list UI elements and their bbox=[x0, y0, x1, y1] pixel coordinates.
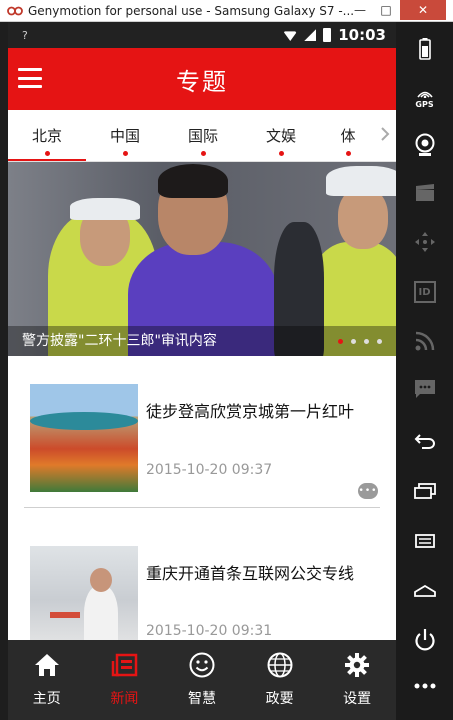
nav-home[interactable]: 主页 bbox=[8, 640, 86, 720]
carousel-dot bbox=[364, 339, 369, 344]
carousel-indicator bbox=[338, 339, 382, 344]
nav-label: 政要 bbox=[265, 691, 294, 707]
news-icon bbox=[109, 650, 139, 680]
app-bar: 专题 bbox=[8, 48, 396, 110]
battery-widget-icon[interactable] bbox=[396, 36, 453, 62]
tab-sports[interactable]: 体 bbox=[320, 110, 386, 162]
battery-icon bbox=[323, 28, 332, 42]
tab-label: 国际 bbox=[187, 127, 218, 145]
sim-status: ? bbox=[22, 28, 28, 42]
wifi-icon bbox=[283, 31, 298, 41]
officer-left-cap bbox=[70, 198, 140, 220]
tab-dot bbox=[44, 151, 50, 156]
tab-label: 文娱 bbox=[265, 127, 296, 145]
nav-news[interactable]: 新闻 bbox=[86, 640, 164, 720]
news-thumbnail bbox=[30, 384, 138, 492]
network-icon[interactable] bbox=[396, 326, 453, 356]
news-time: 2015-10-20 09:31 bbox=[146, 623, 273, 639]
globe-icon bbox=[265, 650, 295, 680]
minimize-button[interactable]: — bbox=[348, 0, 372, 20]
more-options-icon[interactable] bbox=[396, 676, 453, 696]
genymotion-logo-icon bbox=[6, 2, 24, 20]
officer-right-cap bbox=[326, 166, 396, 196]
window-title-bar: Genymotion for personal use - Samsung Ga… bbox=[0, 0, 453, 22]
nav-label: 主页 bbox=[32, 691, 61, 707]
window-title: Genymotion for personal use - Samsung Ga… bbox=[28, 3, 355, 18]
carousel-dot bbox=[351, 339, 356, 344]
list-item[interactable]: 重庆开通首条互联网公交专线 2015-10-20 09:31 bbox=[8, 508, 396, 640]
hero-banner[interactable]: 警方披露"二环十三郎"审讯内容 bbox=[8, 162, 396, 356]
tab-china[interactable]: 中国 bbox=[86, 110, 164, 162]
tab-dot bbox=[345, 151, 351, 156]
nav-wisdom[interactable]: 智慧 bbox=[163, 640, 241, 720]
close-button[interactable]: ✕ bbox=[400, 0, 446, 20]
news-time: 2015-10-20 09:37 bbox=[146, 462, 273, 478]
news-thumbnail bbox=[30, 546, 138, 640]
gps-label: GPS bbox=[415, 99, 434, 109]
back-icon[interactable] bbox=[396, 426, 453, 456]
window-frame bbox=[0, 22, 8, 720]
status-time: 10:03 bbox=[338, 26, 386, 44]
dpad-icon[interactable] bbox=[396, 228, 453, 256]
device-id-button[interactable]: ID bbox=[396, 278, 453, 306]
tab-beijing[interactable]: 北京 bbox=[8, 110, 86, 162]
sms-icon[interactable] bbox=[396, 374, 453, 404]
nav-settings[interactable]: 设置 bbox=[318, 640, 396, 720]
tab-dot bbox=[122, 151, 128, 156]
tab-entertainment[interactable]: 文娱 bbox=[242, 110, 320, 162]
list-item[interactable]: 徒步登高欣赏京城第一片红叶 2015-10-20 09:37 ••• bbox=[8, 356, 396, 508]
home-button-icon[interactable] bbox=[396, 576, 453, 606]
active-tab-indicator bbox=[8, 159, 86, 161]
smiley-icon bbox=[187, 650, 217, 680]
nav-label: 新闻 bbox=[110, 691, 139, 707]
gear-icon bbox=[342, 650, 372, 680]
status-bar: ? 10:03 bbox=[8, 22, 396, 48]
category-tabs: 北京 中国 国际 文娱 体 bbox=[8, 110, 396, 162]
tab-label: 北京 bbox=[31, 127, 62, 145]
emulator-toolbar: GPS ID bbox=[396, 22, 453, 720]
recent-apps-icon[interactable] bbox=[396, 476, 453, 506]
news-title: 重庆开通首条互联网公交专线 bbox=[146, 564, 355, 583]
gps-icon bbox=[416, 91, 433, 98]
gps-button[interactable]: GPS bbox=[396, 82, 453, 114]
nav-label: 设置 bbox=[343, 691, 372, 707]
bottom-navigation: 主页 新闻 智慧 政要 设置 bbox=[8, 640, 396, 720]
home-icon bbox=[32, 650, 62, 680]
carousel-dot bbox=[377, 339, 382, 344]
officer-right-head bbox=[338, 187, 388, 249]
news-list: 徒步登高欣赏京城第一片红叶 2015-10-20 09:37 ••• 重庆开通首… bbox=[8, 356, 396, 640]
chevron-right-icon[interactable] bbox=[380, 126, 390, 147]
news-title: 徒步登高欣赏京城第一片红叶 bbox=[146, 402, 355, 421]
tab-label: 中国 bbox=[109, 127, 140, 145]
webcam-icon[interactable] bbox=[396, 130, 453, 160]
device-id-label: ID bbox=[413, 281, 436, 303]
tab-dot bbox=[278, 151, 284, 156]
comment-icon[interactable]: ••• bbox=[358, 483, 378, 499]
tab-international[interactable]: 国际 bbox=[164, 110, 242, 162]
tab-label: 体 bbox=[340, 127, 356, 145]
signal-icon bbox=[304, 29, 317, 41]
nav-politics[interactable]: 政要 bbox=[241, 640, 319, 720]
hamburger-menu-icon[interactable] bbox=[18, 68, 42, 88]
hero-caption: 警方披露"二环十三郎"审讯内容 bbox=[22, 333, 217, 349]
power-icon[interactable] bbox=[396, 624, 453, 656]
page-title: 专题 bbox=[176, 67, 228, 96]
maximize-button[interactable]: □ bbox=[374, 0, 398, 20]
clapperboard-icon[interactable] bbox=[396, 180, 453, 206]
nav-label: 智慧 bbox=[187, 691, 216, 707]
tab-dot bbox=[200, 151, 206, 156]
menu-icon[interactable] bbox=[396, 526, 453, 556]
suspect-hair bbox=[158, 164, 228, 198]
carousel-dot bbox=[338, 339, 343, 344]
